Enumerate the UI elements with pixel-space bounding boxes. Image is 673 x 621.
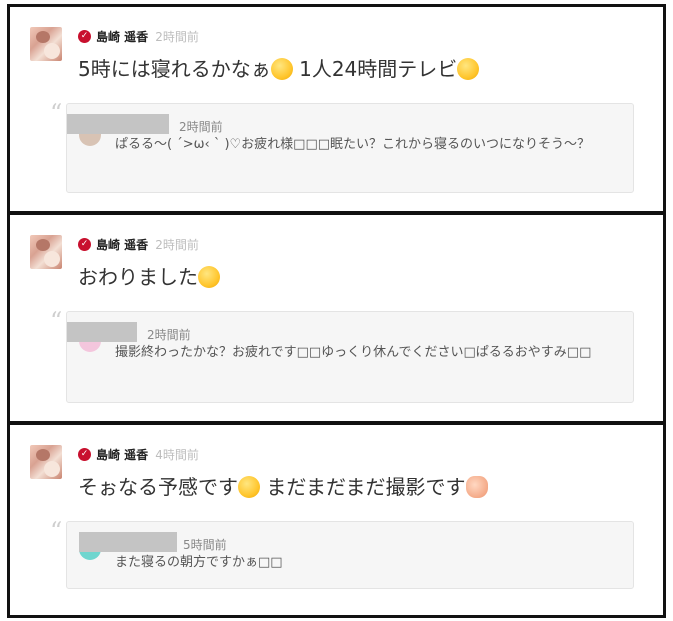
reply-time: 2時間前 [179, 120, 223, 134]
verified-badge-icon: ✓ [78, 29, 91, 43]
message-text: 1人24時間テレビ [292, 57, 458, 81]
redacted-username [67, 114, 169, 134]
sleepy-face-icon [198, 266, 220, 288]
post-time: 2時間前 [155, 29, 199, 44]
avatar[interactable] [30, 445, 62, 479]
message-text: まだまだまだ撮影です [260, 475, 466, 499]
post-time: 4時間前 [155, 447, 199, 462]
reply-box: 2時間前 撮影終わったかな？お疲れです□□ゆっくり休んでください□ぱるるおやすみ… [66, 311, 634, 403]
author-row: ✓ 島崎 遥香 4時間前 [78, 445, 199, 463]
reply-text: ぱるる〜( ´>ω‹ ` )♡お疲れ様□□□眠たい？これから寝るのいつになりそう… [115, 137, 591, 152]
author-name[interactable]: 島崎 遥香 [96, 28, 148, 45]
author-name[interactable]: 島崎 遥香 [96, 446, 148, 463]
reply-text: 撮影終わったかな？お疲れです□□ゆっくり休んでください□ぱるるおやすみ□□ [115, 345, 592, 360]
author-name[interactable]: 島崎 遥香 [96, 236, 148, 253]
laughing-face-icon [457, 58, 480, 80]
post-time: 2時間前 [155, 237, 199, 252]
reply-box: 5時間前 また寝るの朝方ですかぁ□□ [66, 521, 634, 589]
author-row: ✓ 島崎 遥香 2時間前 [78, 27, 199, 45]
avatar[interactable] [30, 235, 62, 269]
quote-icon: “ [50, 99, 63, 127]
reply-text: また寝るの朝方ですかぁ□□ [115, 555, 283, 570]
avatar[interactable] [30, 27, 62, 61]
verified-badge-icon: ✓ [78, 237, 91, 251]
reply-time: 2時間前 [147, 328, 191, 342]
verified-badge-icon: ✓ [78, 447, 91, 461]
reply-avatar[interactable] [79, 134, 101, 146]
post-message: 5時には寝れるかなぁ 1人24時間テレビ [78, 53, 480, 82]
comment-post: ✓ 島崎 遥香 4時間前 そぉなる予感です まだまだまだ撮影です “ 5時間前 … [7, 422, 666, 618]
redacted-username [79, 532, 177, 552]
quote-icon: “ [50, 307, 63, 335]
message-text: おわりました [78, 265, 198, 289]
comment-post: ✓ 島崎 遥香 2時間前 5時には寝れるかなぁ 1人24時間テレビ “ 2時間前… [7, 4, 666, 214]
sleepy-face-icon [238, 476, 260, 498]
post-message: そぉなる予感です まだまだまだ撮影です [78, 471, 488, 500]
author-row: ✓ 島崎 遥香 2時間前 [78, 235, 199, 253]
comment-post: ✓ 島崎 遥香 2時間前 おわりました “ 2時間前 撮影終わったかな？お疲れで… [7, 212, 666, 424]
redacted-username [67, 322, 137, 342]
message-text: そぉなる予感です [78, 475, 238, 499]
message-text: 5時には寝れるかなぁ [78, 57, 271, 81]
flexed-biceps-icon [465, 476, 488, 498]
reply-box: 2時間前 ぱるる〜( ´>ω‹ ` )♡お疲れ様□□□眠たい？これから寝るのいつ… [66, 103, 634, 193]
sleepy-face-icon [270, 58, 293, 80]
quote-icon: “ [50, 517, 63, 545]
reply-time: 5時間前 [183, 538, 227, 552]
post-message: おわりました [78, 261, 220, 290]
